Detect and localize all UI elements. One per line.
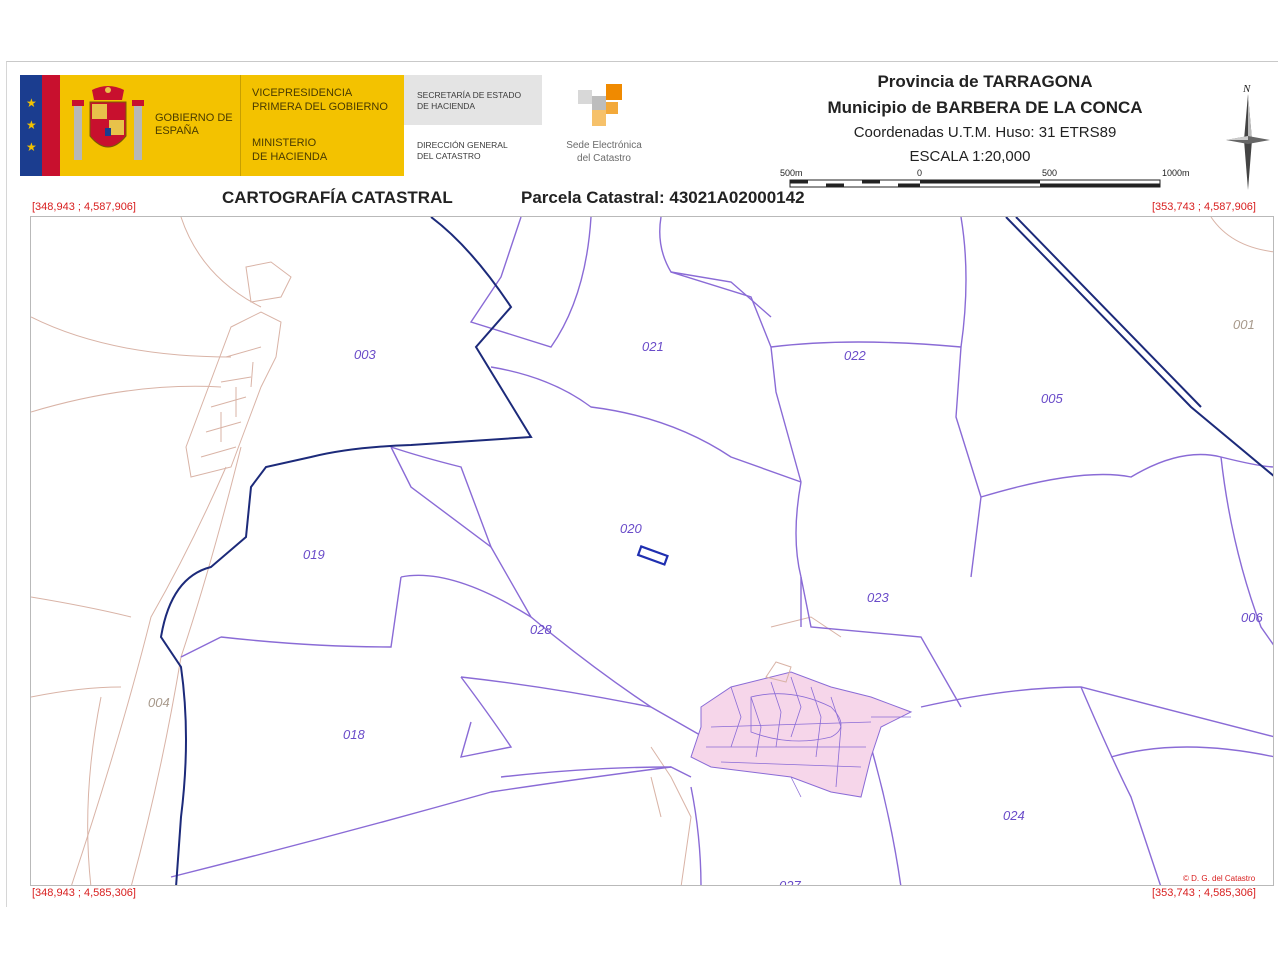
logo-divider — [240, 75, 241, 176]
coord-top-left: [348,943 ; 4,587,906] — [32, 201, 136, 213]
scale-tick-label: 500m — [780, 168, 803, 178]
sede-electronica-label: Sede Electrónica del Catastro — [556, 139, 652, 165]
parcel-label-020: 020 — [620, 521, 642, 536]
province-title: Provincia de TARRAGONA — [877, 72, 1093, 91]
parcel-label-005: 005 — [1041, 391, 1063, 406]
scale-bar: 500m 0 500 1000m — [780, 168, 1190, 188]
parcel-label-021: 021 — [642, 339, 664, 354]
map-canvas[interactable]: 003 021 022 001 005 020 019 023 006 028 … — [31, 217, 1274, 886]
selected-parcel[interactable] — [636, 545, 669, 566]
direccion-line-2: DEL CATASTRO — [417, 151, 481, 161]
sede-line-1: Sede Electrónica — [566, 140, 642, 151]
star-icon: ★ — [26, 118, 37, 132]
eu-flag-strip: ★ ★ ★ — [20, 75, 60, 176]
flag-red-band — [42, 75, 60, 176]
parcel-label-023: 023 — [867, 590, 889, 605]
municipal-boundary — [159, 217, 1273, 885]
star-icon: ★ — [26, 140, 37, 154]
coordinate-system: Coordenadas U.T.M. Huso: 31 ETRS89 — [853, 124, 1117, 141]
coord-top-right: [353,743 ; 4,587,906] — [1152, 201, 1256, 213]
north-label: N — [1242, 83, 1251, 95]
coat-of-arms-icon — [72, 86, 144, 160]
parcel-label-022: 022 — [844, 348, 866, 363]
parcel-label-024: 024 — [1003, 808, 1025, 823]
scale-tick-label: 500 — [1042, 168, 1057, 178]
parcel-label-019: 019 — [303, 547, 325, 562]
north-arrow-icon: N — [1226, 83, 1270, 190]
parcel-labels: 003 021 022 001 005 020 019 023 006 028 … — [148, 317, 1263, 886]
ministry-line-1: MINISTERIO — [252, 137, 317, 149]
coord-bottom-left: [348,943 ; 4,585,306] — [32, 887, 136, 899]
sede-electronica-logo-icon — [578, 84, 622, 126]
urban-area — [690, 661, 913, 798]
ministry-line-2: DE HACIENDA — [252, 151, 328, 163]
cadastral-map[interactable]: 003 021 022 001 005 020 019 023 006 028 … — [30, 216, 1274, 886]
municipality-title: Municipio de BARBERA DE LA CONCA — [827, 98, 1143, 117]
vice-line-1: VICEPRESIDENCIA — [252, 87, 353, 99]
parcel-label-006: 006 — [1241, 610, 1263, 625]
parcel-label-028: 028 — [530, 622, 552, 637]
parcel-label-004: 004 — [148, 695, 170, 710]
parcel-label-027: 027 — [779, 878, 801, 886]
secretaria-line-2: DE HACIENDA — [417, 101, 476, 111]
copyright-credit: © D. G. del Catastro — [1183, 874, 1256, 883]
gov-name: GOBIERNO DE ESPAÑA — [155, 112, 233, 137]
direccion-line-1: DIRECCIÓN GENERAL — [417, 140, 508, 150]
scale-tick-label: 0 — [917, 168, 922, 178]
sede-line-2: del Catastro — [577, 153, 631, 164]
secretaria-line-1: SECRETARÍA DE ESTADO — [417, 90, 522, 100]
parcel-label-003: 003 — [354, 347, 376, 362]
parcel-label-001: 001 — [1233, 317, 1255, 332]
scale-tick-label: 1000m — [1162, 168, 1190, 178]
parcel-reference: Parcela Catastral: 43021A02000142 — [521, 188, 805, 207]
parcel-label-018: 018 — [343, 727, 365, 742]
star-icon: ★ — [26, 96, 37, 110]
parcel-lines — [170, 217, 1273, 885]
scale-label: ESCALA 1:20,000 — [909, 148, 1031, 165]
vice-line-2: PRIMERA DEL GOBIERNO — [252, 101, 388, 113]
coord-bottom-right: [353,743 ; 4,585,306] — [1152, 887, 1256, 899]
section-title: CARTOGRAFÍA CATASTRAL — [222, 188, 453, 207]
